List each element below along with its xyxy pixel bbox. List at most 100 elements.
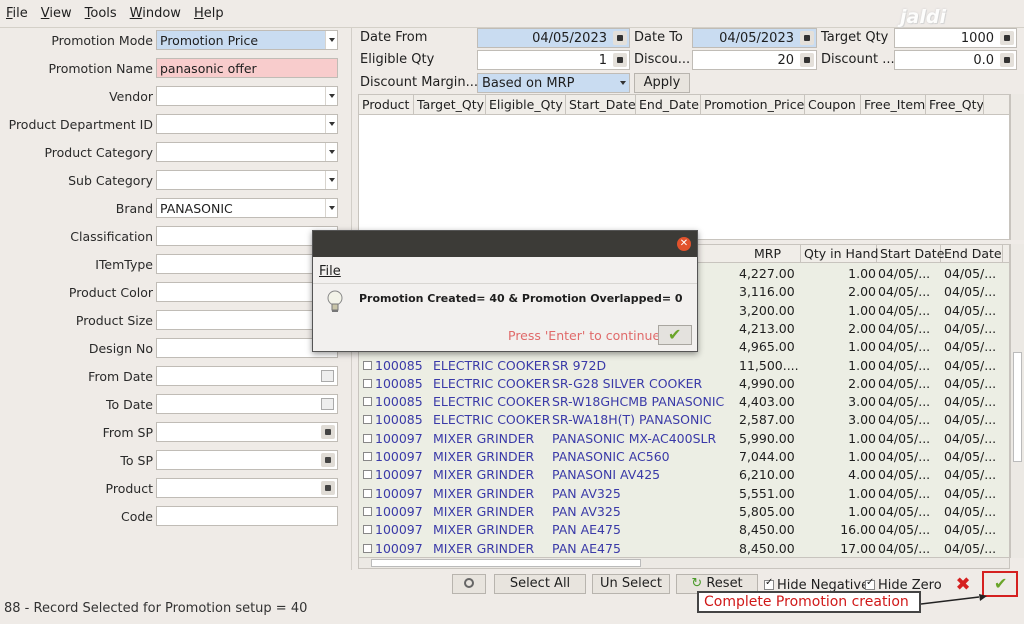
row-checkbox[interactable]: [363, 378, 372, 388]
form-field[interactable]: [156, 226, 338, 246]
apply-button[interactable]: Apply: [634, 73, 690, 93]
unselect-button[interactable]: Un Select: [592, 574, 670, 594]
row-checkbox[interactable]: [363, 488, 372, 498]
form-field[interactable]: [156, 170, 338, 190]
calendar-icon[interactable]: [321, 370, 334, 382]
form-field[interactable]: [156, 338, 338, 358]
chevron-down-icon[interactable]: [325, 171, 337, 189]
chevron-down-icon[interactable]: [325, 87, 337, 105]
chevron-down-icon[interactable]: [325, 199, 337, 217]
form-field[interactable]: [156, 114, 338, 134]
cell-start: 04/05/...: [878, 449, 931, 464]
column-header[interactable]: End_Date: [636, 95, 701, 114]
target-qty-field[interactable]: 1000: [894, 28, 1017, 48]
cell-mrp: 3,200.00: [739, 302, 795, 318]
column-header[interactable]: Promotion_Price: [701, 95, 805, 114]
table-row[interactable]: 100097 MIXER GRINDER PAN AE475 8,450.00 17.0…: [359, 540, 1009, 558]
row-checkbox[interactable]: [363, 360, 372, 370]
row-checkbox[interactable]: [363, 543, 372, 553]
table-row[interactable]: 100097 MIXER GRINDER PANASONIC MX-AC400SLR…: [359, 430, 1009, 448]
form-field[interactable]: [156, 310, 338, 330]
form-field[interactable]: [156, 282, 338, 302]
search-button[interactable]: [452, 574, 486, 594]
calendar-icon[interactable]: [321, 398, 334, 410]
form-field[interactable]: [156, 478, 338, 498]
column-header[interactable]: Qty in Hand: [801, 245, 878, 262]
table-row[interactable]: 100085 ELECTRIC COOKER SR 972D 11,500.... 1.…: [359, 357, 1009, 375]
menu-file[interactable]: File: [6, 6, 28, 21]
column-header[interactable]: Start Date: [877, 245, 944, 262]
column-header[interactable]: End Date: [941, 245, 1003, 262]
spinner-icon[interactable]: [321, 453, 335, 467]
table-row[interactable]: 100097 MIXER GRINDER PAN AE475 8,450.00 16.0…: [359, 521, 1009, 539]
table-row[interactable]: 100097 MIXER GRINDER PAN AV325 5,805.00 1.00…: [359, 503, 1009, 521]
eligible-qty-field[interactable]: 1: [477, 50, 630, 70]
scroll-thumb[interactable]: [1013, 352, 1022, 462]
select-all-button[interactable]: Select All: [494, 574, 586, 594]
form-field[interactable]: [156, 86, 338, 106]
chevron-down-icon[interactable]: [325, 115, 337, 133]
form-field[interactable]: [156, 506, 338, 526]
spinner-icon[interactable]: [321, 481, 335, 495]
table-row[interactable]: 100097 MIXER GRINDER PANASONI AV425 6,210.0…: [359, 466, 1009, 484]
column-header[interactable]: Target_Qty: [414, 95, 486, 114]
discount2-field[interactable]: 0.0: [894, 50, 1017, 70]
row-checkbox[interactable]: [363, 470, 372, 480]
row-checkbox[interactable]: [363, 525, 372, 535]
table-row[interactable]: 100097 MIXER GRINDER PAN AV325 5,551.00 1.00…: [359, 485, 1009, 503]
table-row[interactable]: 100085 ELECTRIC COOKER SR-WA18H(T) PANASON…: [359, 411, 1009, 429]
row-checkbox[interactable]: [363, 506, 372, 516]
form-field[interactable]: [156, 254, 338, 274]
column-header[interactable]: Coupon: [805, 95, 861, 114]
spinner-icon[interactable]: [1000, 31, 1014, 45]
table-row[interactable]: 100085 ELECTRIC COOKER SR-W18GHCMB PANASON…: [359, 393, 1009, 411]
product-grid-scrollbar[interactable]: [1010, 244, 1024, 558]
row-checkbox[interactable]: [363, 415, 372, 425]
table-row[interactable]: 100097 MIXER GRINDER PANASONIC AC560 7,044.…: [359, 448, 1009, 466]
column-header[interactable]: Free_Item: [861, 95, 926, 114]
form-field[interactable]: PANASONIC: [156, 198, 338, 218]
product-grid-hscrollbar[interactable]: [358, 557, 1010, 569]
chevron-down-icon[interactable]: [325, 31, 337, 49]
close-icon[interactable]: ✕: [677, 237, 691, 251]
form-field[interactable]: Promotion Price: [156, 30, 338, 50]
calendar-icon[interactable]: [613, 31, 627, 45]
complete-button[interactable]: ✔: [982, 571, 1018, 597]
date-to-field[interactable]: 04/05/2023: [692, 28, 817, 48]
promotion-grid-scrollbar[interactable]: [1010, 94, 1024, 240]
discount-margin-label: Discount Margin...: [360, 75, 479, 90]
calendar-icon[interactable]: [800, 31, 814, 45]
form-field[interactable]: panasonic offer: [156, 58, 338, 78]
date-from-label: Date From: [360, 30, 428, 45]
form-field[interactable]: [156, 450, 338, 470]
column-header[interactable]: Free_Qty: [926, 95, 984, 114]
hscroll-thumb[interactable]: [371, 559, 641, 567]
row-checkbox[interactable]: [363, 397, 372, 407]
spinner-icon[interactable]: [613, 53, 627, 67]
form-field[interactable]: [156, 366, 338, 386]
discount-field[interactable]: 20: [692, 50, 817, 70]
menu-tools[interactable]: Tools: [85, 6, 117, 21]
form-field[interactable]: [156, 394, 338, 414]
column-header[interactable]: Eligible_Qty: [486, 95, 566, 114]
dialog-menu-file[interactable]: File: [319, 264, 341, 279]
row-checkbox[interactable]: [363, 433, 372, 443]
spinner-icon[interactable]: [321, 425, 335, 439]
column-header[interactable]: Product: [359, 95, 414, 114]
menu-view[interactable]: View: [41, 6, 72, 21]
column-header[interactable]: MRP: [735, 245, 801, 262]
form-field[interactable]: [156, 422, 338, 442]
chevron-down-icon[interactable]: [325, 143, 337, 161]
spinner-icon[interactable]: [1000, 53, 1014, 67]
cancel-icon[interactable]: ✖: [950, 574, 976, 595]
menu-help[interactable]: Help: [194, 6, 224, 21]
date-from-field[interactable]: 04/05/2023: [477, 28, 630, 48]
spinner-icon[interactable]: [800, 53, 814, 67]
discount-margin-select[interactable]: Based on MRP: [477, 73, 630, 93]
menu-window[interactable]: Window: [130, 6, 181, 21]
column-header[interactable]: Start_Date: [566, 95, 636, 114]
form-field[interactable]: [156, 142, 338, 162]
table-row[interactable]: 100085 ELECTRIC COOKER SR-G28 SILVER COOKE…: [359, 375, 1009, 393]
row-checkbox[interactable]: [363, 452, 372, 461]
dialog-ok-button[interactable]: ✔: [658, 325, 692, 345]
